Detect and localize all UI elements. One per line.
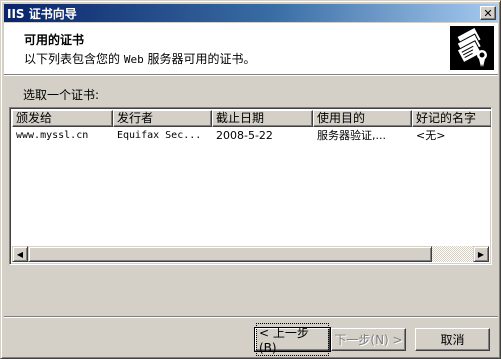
close-icon: ✕: [483, 6, 493, 20]
certificates-icon: [450, 26, 494, 70]
scroll-left-button[interactable]: ◀: [12, 246, 28, 262]
column-header-purpose[interactable]: 使用目的: [313, 110, 412, 127]
close-button[interactable]: ✕: [480, 6, 496, 20]
cell-issued-to: www.myssl.cn: [16, 130, 89, 141]
cancel-button-label: 取消: [440, 333, 465, 347]
certificate-list[interactable]: 颁发给 发行者 截止日期 使用目的 好记的名字 www.myssl.cn Equ…: [9, 107, 492, 265]
column-header-friendly-name[interactable]: 好记的名字: [412, 110, 491, 127]
page-title: 可用的证书: [24, 33, 85, 47]
window-title: IIS 证书向导: [7, 6, 77, 21]
list-header: 颁发给 发行者 截止日期 使用目的 好记的名字: [12, 110, 491, 127]
page-subtitle: 以下列表包含您的 Web 服务器可用的证书。: [24, 50, 256, 67]
select-certificate-label: 选取一个证书:: [23, 88, 100, 102]
next-button[interactable]: 下一步(N) >: [331, 328, 406, 351]
cell-expiration: 2008-5-22: [216, 129, 273, 142]
column-header-issued-to[interactable]: 颁发给: [12, 110, 113, 127]
cancel-button[interactable]: 取消: [415, 328, 490, 351]
cell-purpose: 服务器验证,...: [317, 129, 386, 142]
next-button-label: 下一步(N) >: [334, 333, 403, 347]
horizontal-scrollbar[interactable]: ◀ ▶: [12, 246, 489, 262]
scroll-right-button[interactable]: ▶: [473, 246, 489, 262]
footer-divider-highlight: [4, 317, 498, 318]
cell-friendly-name: <无>: [416, 129, 446, 142]
subtitle-web: Web: [123, 53, 144, 66]
subtitle-text: 以下列表包含您的: [24, 52, 124, 66]
subtitle-text-end: 服务器可用的证书。: [143, 52, 256, 66]
column-header-expiration[interactable]: 截止日期: [212, 110, 313, 127]
title-bar[interactable]: IIS 证书向导 ✕: [4, 4, 498, 22]
table-row[interactable]: www.myssl.cn Equifax Sec... 2008-5-22 服务…: [12, 128, 491, 144]
scroll-track[interactable]: [28, 246, 473, 262]
arrow-right-icon: ▶: [477, 249, 485, 259]
scroll-thumb[interactable]: [28, 246, 432, 262]
wizard-window: IIS 证书向导 ✕ 可用的证书 以下列表包含您的 Web 服务器可用的证书。: [0, 0, 501, 359]
header-panel: 可用的证书 以下列表包含您的 Web 服务器可用的证书。: [4, 23, 498, 74]
column-header-issuer[interactable]: 发行者: [113, 110, 212, 127]
header-divider-highlight: [4, 75, 498, 76]
arrow-left-icon: ◀: [16, 249, 24, 259]
cell-issuer: Equifax Sec...: [117, 130, 202, 141]
back-button-label: < 上一步(B): [256, 323, 329, 356]
back-button[interactable]: < 上一步(B): [254, 323, 331, 356]
